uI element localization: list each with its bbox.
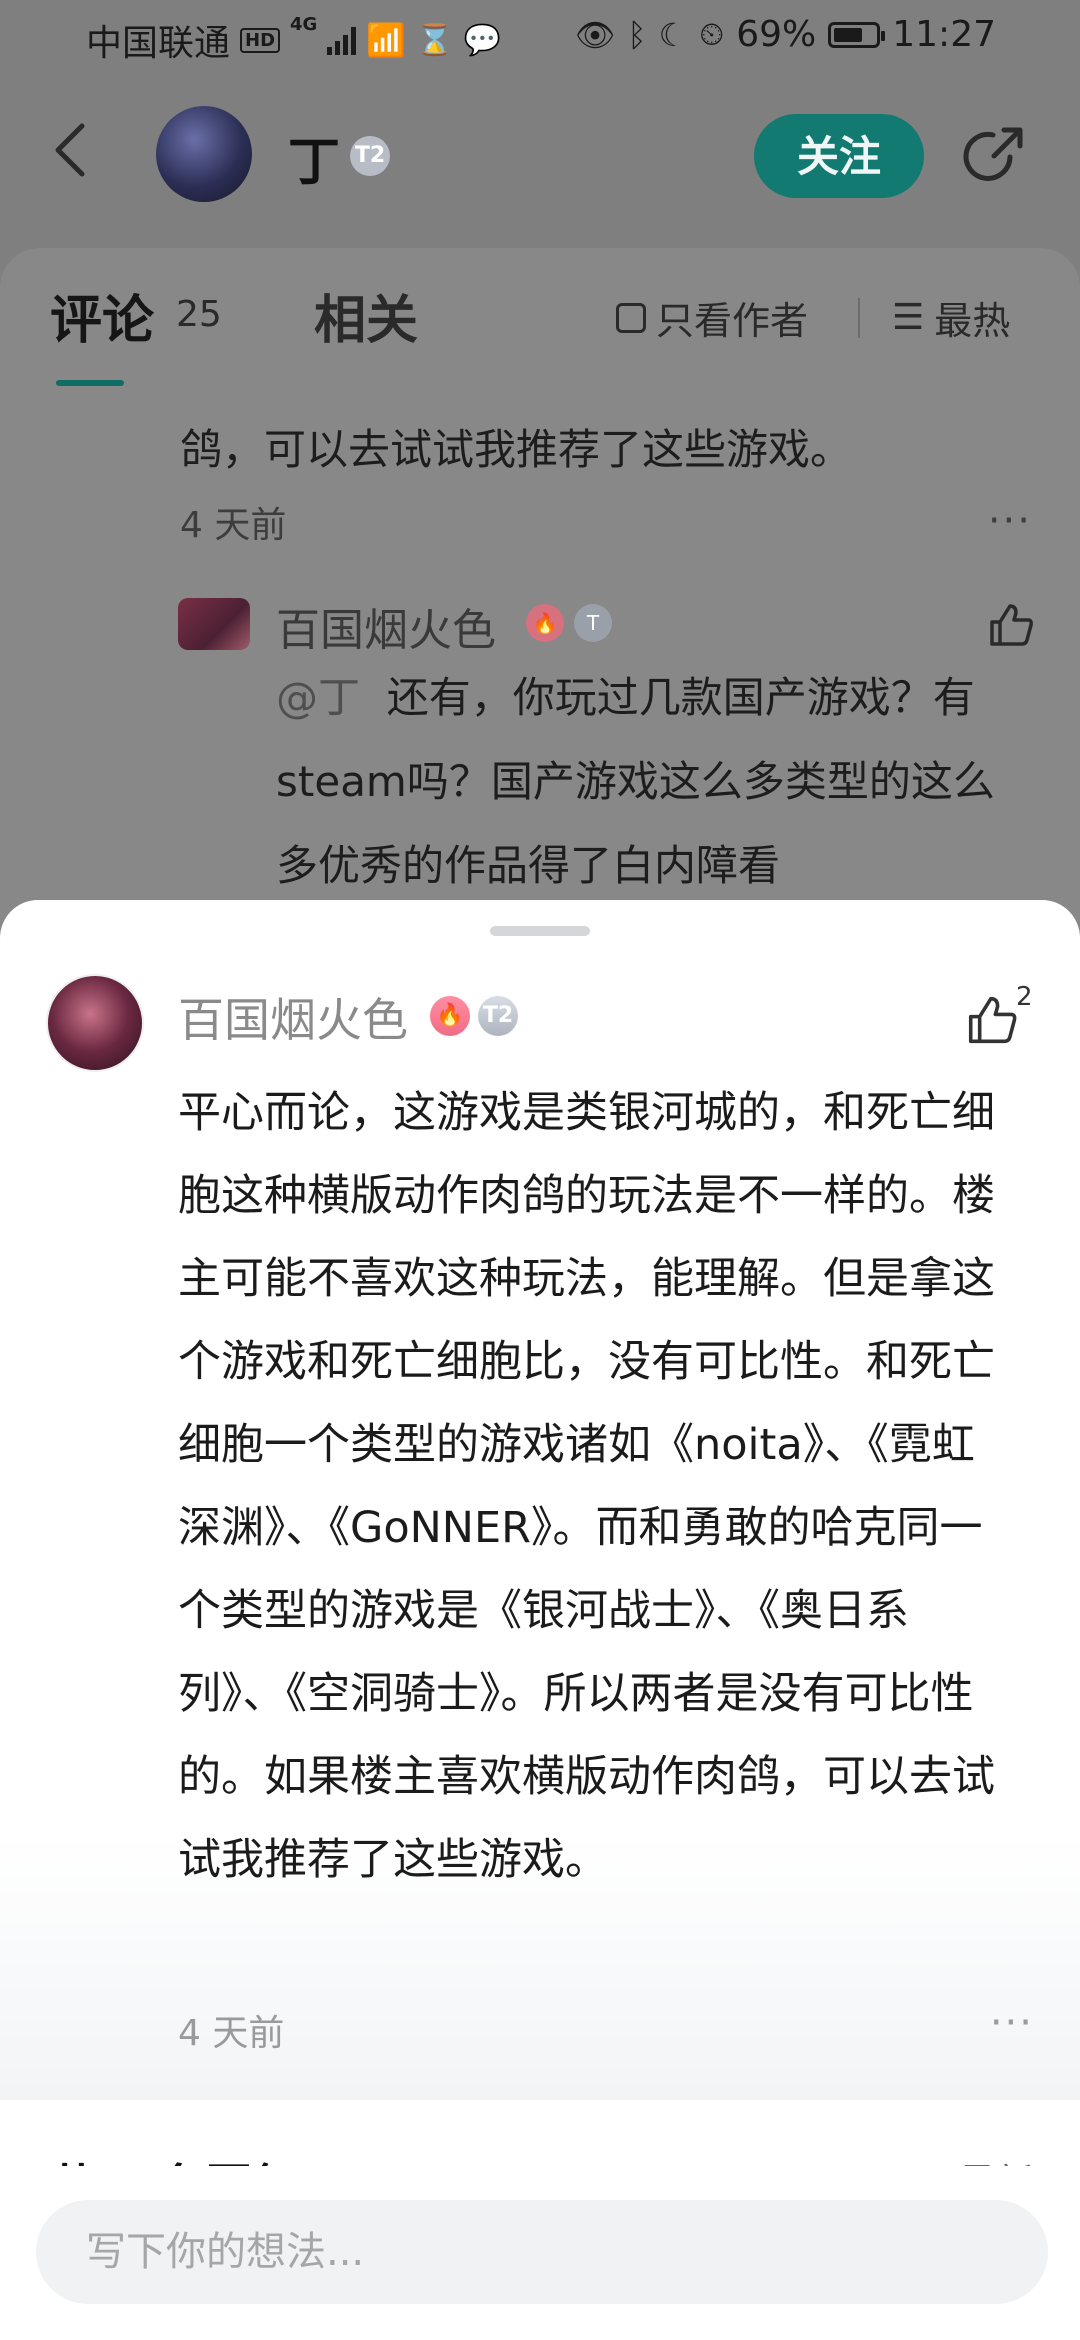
comment-detail-sheet: 百国烟火色 🔥 T2 2 平心而论，这游戏是类银河城的，和死亡细胞这种横版动作肉… bbox=[0, 900, 1080, 2100]
level-badge: T2 bbox=[350, 136, 390, 176]
hd-icon: HD bbox=[240, 27, 281, 53]
author-avatar[interactable] bbox=[156, 106, 252, 202]
level-badge: T2 bbox=[478, 996, 518, 1036]
share-icon bbox=[963, 127, 1023, 181]
tab-indicator bbox=[56, 380, 124, 386]
post-header: 丁 T2 关注 bbox=[0, 80, 1080, 230]
reply-text: @丁 还有，你玩过几款国产游戏？有steam吗？国产游戏这么多类型的这么多优秀的… bbox=[276, 656, 1016, 908]
wechat-icon: 💬 bbox=[463, 22, 501, 58]
follow-button[interactable]: 关注 bbox=[754, 114, 924, 198]
carrier-name: 中国联通 bbox=[86, 23, 231, 64]
reply-user-name[interactable]: 百国烟火色 bbox=[276, 594, 496, 658]
commenter-avatar[interactable] bbox=[46, 974, 144, 1072]
like-button[interactable] bbox=[986, 600, 1036, 650]
reply-avatar[interactable] bbox=[178, 598, 250, 650]
moon-icon: ☾ bbox=[658, 15, 688, 54]
wifi-icon: 📶 bbox=[366, 21, 407, 59]
input-bar bbox=[0, 2166, 1080, 2340]
share-button[interactable] bbox=[960, 124, 1026, 190]
battery-percent: 69% bbox=[736, 14, 817, 55]
tab-comments[interactable]: 评论 bbox=[50, 278, 154, 353]
comments-count: 25 bbox=[176, 294, 222, 335]
replies-header: 共 6 条回复 最新 bbox=[0, 2100, 1080, 2170]
comment-tabs: 评论 25 相关 只看作者 ☰ 最热 bbox=[50, 278, 1040, 358]
author-only-toggle[interactable]: 只看作者 bbox=[616, 290, 808, 345]
commenter-name[interactable]: 百国烟火色 bbox=[178, 984, 408, 1050]
comment-text-tail: 鸽，可以去试试我推荐了这些游戏。 bbox=[180, 425, 853, 474]
sort-button[interactable]: ☰ 最热 bbox=[892, 290, 1010, 345]
checkbox-icon bbox=[616, 302, 646, 333]
sort-label: 最热 bbox=[934, 299, 1011, 343]
drag-handle[interactable] bbox=[490, 926, 590, 936]
thumbs-up-icon bbox=[990, 604, 1033, 646]
tab-related[interactable]: 相关 bbox=[314, 278, 418, 353]
comment-time: 4 天前 bbox=[178, 2013, 285, 2054]
speed-icon: ⏲ bbox=[699, 15, 725, 53]
author-name[interactable]: 丁 bbox=[288, 120, 340, 195]
comment-input[interactable] bbox=[36, 2200, 1048, 2304]
mention-link[interactable]: @丁 bbox=[276, 673, 360, 722]
comment-time: 4 天前 bbox=[180, 505, 287, 546]
bluetooth-icon: ᛒ bbox=[627, 15, 647, 54]
like-count: 2 bbox=[1016, 982, 1033, 1012]
fire-badge-icon: 🔥 bbox=[430, 996, 470, 1036]
thumbs-up-icon bbox=[968, 996, 1017, 1044]
level-badge: T bbox=[574, 604, 612, 642]
like-button[interactable] bbox=[964, 992, 1020, 1048]
hourglass-icon: ⌛ bbox=[416, 22, 454, 58]
chevron-left-icon bbox=[55, 123, 85, 177]
divider bbox=[858, 298, 860, 338]
comment-body: 平心而论，这游戏是类银河城的，和死亡细胞这种横版动作肉鸽的玩法是不一样的。楼主可… bbox=[178, 1088, 995, 1885]
signal-icon bbox=[327, 25, 357, 55]
battery-icon bbox=[828, 21, 886, 48]
author-only-label: 只看作者 bbox=[656, 299, 809, 343]
status-bar: 中国联通 HD 4G 📶 ⌛ 💬 👁 ᛒ ☾ ⏲ 69% 11:27 bbox=[0, 0, 1080, 72]
eye-icon: 👁 bbox=[574, 15, 616, 54]
clock: 11:27 bbox=[892, 14, 996, 55]
more-options-button[interactable]: ··· bbox=[988, 498, 1032, 544]
comments-panel: 评论 25 相关 只看作者 ☰ 最热 鸽，可以去试试我推荐了这些游戏。 4 天前… bbox=[0, 248, 1080, 948]
back-button[interactable] bbox=[50, 120, 110, 190]
more-options-button[interactable]: ··· bbox=[990, 2000, 1034, 2046]
sort-icon: ☰ bbox=[892, 297, 925, 338]
reply-content: 还有，你玩过几款国产游戏？有steam吗？国产游戏这么多类型的这么多优秀的作品得… bbox=[276, 673, 995, 890]
fire-badge-icon: 🔥 bbox=[526, 604, 564, 642]
network-type: 4G bbox=[290, 14, 318, 35]
